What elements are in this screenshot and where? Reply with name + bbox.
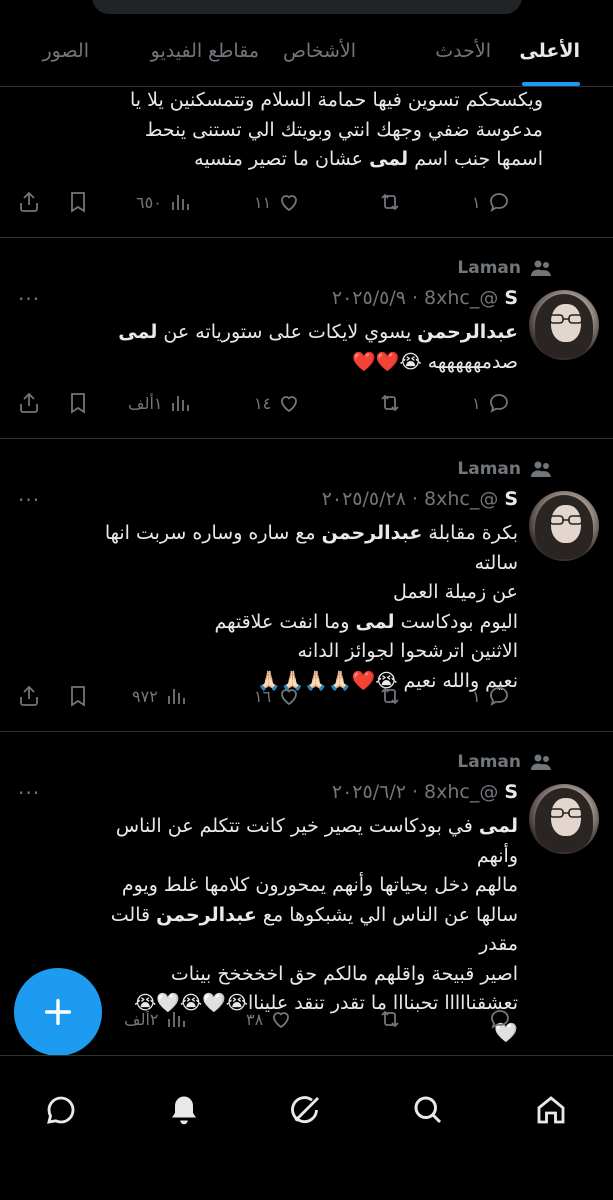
like-button[interactable]: ١١ (254, 186, 301, 218)
tweet-header[interactable]: S @_8xhc · ٢٠٢٥/٥/٢٨ (322, 488, 518, 510)
bookmark-icon (71, 393, 85, 414)
share-button[interactable] (17, 387, 41, 419)
avatar[interactable] (529, 784, 599, 854)
tweet-actions: ١ ١٦ ٩٧٢ (0, 680, 613, 712)
share-icon (20, 392, 38, 413)
grok-icon (291, 1096, 320, 1123)
heart-icon (281, 396, 298, 413)
reply-icon (489, 193, 508, 212)
display-name: S (504, 781, 518, 803)
bookmark-icon (71, 192, 85, 213)
avatar[interactable] (529, 290, 599, 360)
reply-icon (491, 1010, 509, 1029)
search-bar[interactable] (92, 0, 522, 14)
tweet-actions: ١ ١٤ ١ألف (0, 387, 613, 419)
nav-search[interactable] (410, 1092, 446, 1128)
nav-home[interactable] (533, 1092, 569, 1128)
views-button[interactable]: ٦٥٠ (136, 186, 192, 218)
home-icon (537, 1096, 565, 1124)
reply-icon (489, 687, 508, 706)
repost-button[interactable] (378, 680, 402, 712)
reply-button[interactable]: ١ (472, 680, 511, 712)
nav-notifications[interactable] (166, 1092, 202, 1128)
display-name: S (504, 287, 518, 309)
repost-icon (381, 193, 399, 211)
search-icon (414, 1096, 442, 1124)
repost-icon (381, 394, 399, 412)
bookmark-button[interactable] (66, 680, 90, 712)
tweet-date: ٢٠٢٥/٦/٢ (331, 781, 406, 803)
tab-top[interactable]: الأعلى (519, 34, 580, 86)
repost-icon (381, 687, 399, 705)
views-icon (167, 689, 185, 704)
compose-button[interactable] (14, 968, 102, 1056)
tweet-header[interactable]: S @_8xhc · ٢٠٢٥/٦/٢ (332, 781, 518, 803)
bookmark-button[interactable] (66, 186, 90, 218)
share-icon (20, 191, 38, 212)
more-button[interactable]: ··· (18, 781, 40, 805)
more-button[interactable]: ··· (18, 488, 40, 512)
messages-icon (47, 1096, 75, 1124)
tweet-actions: ١ ١١ ٦٥٠ (0, 186, 613, 218)
more-button[interactable]: ··· (18, 287, 40, 311)
heart-icon (273, 1012, 290, 1029)
repost-icon (381, 1010, 399, 1028)
people-icon (531, 461, 551, 477)
bookmark-button[interactable] (66, 387, 90, 419)
heart-icon (281, 689, 298, 706)
tweet-text: ويكسحكم تسوين فيها حمامة السلام وتتمسكني… (129, 89, 543, 170)
share-icon (20, 685, 38, 706)
people-icon (531, 260, 551, 276)
share-button[interactable] (17, 680, 41, 712)
reply-button[interactable]: ١ (472, 387, 511, 419)
share-button[interactable] (17, 186, 41, 218)
divider (0, 731, 613, 732)
avatar[interactable] (529, 491, 599, 561)
tab-people[interactable]: الأشخاص (283, 34, 356, 86)
tweet-date: ٢٠٢٥/٥/٢٨ (321, 488, 406, 510)
plus-icon (44, 998, 72, 1026)
tab-videos[interactable]: مقاطع الفيديو (151, 34, 259, 86)
top-bar: الأعلى الأحدث الأشخاص مقاطع الفيديو الصو… (0, 0, 613, 87)
like-button[interactable]: ٣٨ (246, 1003, 293, 1035)
nav-grok[interactable] (288, 1092, 324, 1128)
notifications-icon (172, 1096, 196, 1125)
tweet-date: ٢٠٢٥/٥/٩ (331, 287, 406, 309)
divider (0, 237, 613, 238)
views-icon (171, 195, 189, 210)
divider (0, 438, 613, 439)
views-icon (172, 396, 190, 411)
like-button[interactable]: ١٦ (254, 680, 301, 712)
handle: @_8xhc (423, 488, 499, 510)
tweet-header[interactable]: S @_8xhc · ٢٠٢٥/٥/٩ (332, 287, 518, 309)
social-context[interactable]: Laman (457, 256, 553, 280)
repost-button[interactable] (378, 387, 402, 419)
social-context[interactable]: Laman (457, 457, 553, 481)
views-button[interactable]: ١ألف (128, 387, 192, 419)
tweet-text: بكرة مقابلة عبدالرحمن مع ساره وساره سربت… (104, 522, 518, 692)
reply-button[interactable]: ١ (472, 186, 511, 218)
tab-latest[interactable]: الأحدث (435, 34, 491, 86)
social-context[interactable]: Laman (457, 750, 553, 774)
repost-button[interactable] (378, 186, 402, 218)
people-icon (531, 754, 551, 770)
handle: @_8xhc (423, 781, 499, 803)
search-tabs: الأعلى الأحدث الأشخاص مقاطع الفيديو الصو… (0, 34, 613, 86)
views-button[interactable]: ٢ألف (124, 1003, 188, 1035)
handle: @_8xhc (423, 287, 499, 309)
tweet-text: عبدالرحمن يسوي لايكات على ستورياته عن لم… (118, 321, 518, 373)
views-button[interactable]: ٩٧٢ (132, 680, 188, 712)
heart-icon (281, 195, 298, 212)
bookmark-icon (71, 686, 85, 707)
reply-icon (489, 394, 508, 413)
tab-photos[interactable]: الصور (42, 34, 89, 86)
display-name: S (504, 488, 518, 510)
nav-messages[interactable] (43, 1092, 79, 1128)
bottom-nav (0, 1055, 613, 1200)
repost-button[interactable] (378, 1003, 402, 1035)
views-icon (168, 1012, 186, 1027)
reply-button[interactable] (488, 1003, 512, 1035)
like-button[interactable]: ١٤ (254, 387, 301, 419)
